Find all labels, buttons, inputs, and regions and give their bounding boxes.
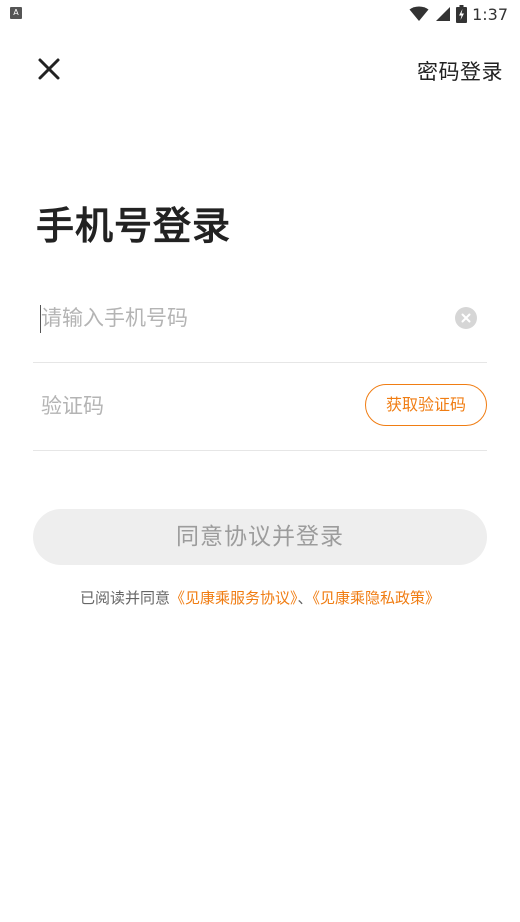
battery-charging-icon [456, 5, 468, 23]
signal-icon [436, 7, 451, 21]
wifi-icon [409, 6, 429, 21]
agree-and-login-button[interactable]: 同意协议并登录 [33, 509, 487, 565]
service-agreement-link[interactable]: 《见康乘服务协议》 [170, 589, 298, 607]
agreement-prefix: 已阅读并同意 [79, 589, 170, 607]
clear-phone-button[interactable] [455, 307, 477, 329]
status-icons: 1:37 [409, 4, 508, 24]
get-code-button[interactable]: 获取验证码 [365, 384, 487, 426]
status-time: 1:37 [472, 4, 508, 24]
status-bar: A 1:37 [0, 0, 520, 28]
verification-code-input[interactable] [41, 386, 321, 426]
password-login-link[interactable]: 密码登录 [417, 56, 503, 86]
page-title: 手机号登录 [36, 204, 232, 248]
agreement-separator: 、 [297, 589, 313, 607]
phone-input[interactable] [41, 298, 431, 338]
phone-field [33, 274, 487, 363]
close-button[interactable] [34, 54, 64, 84]
verification-code-field: 获取验证码 [33, 362, 487, 451]
privacy-policy-link[interactable]: 《见康乘隐私政策》 [313, 589, 441, 607]
close-icon [38, 58, 60, 80]
agreement-text: 已阅读并同意《见康乘服务协议》、《见康乘隐私政策》 [0, 587, 520, 608]
notification-app-icon: A [10, 7, 22, 19]
clear-icon [461, 313, 471, 323]
